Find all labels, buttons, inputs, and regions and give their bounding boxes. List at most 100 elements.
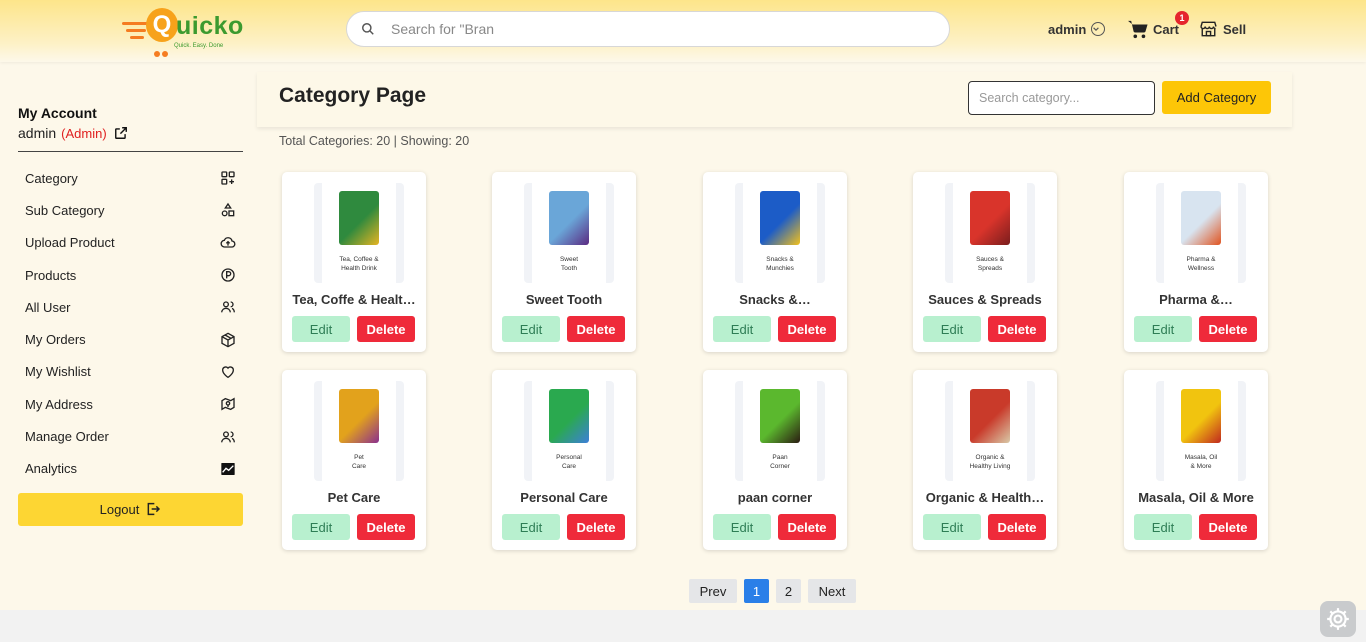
global-search-bar[interactable] xyxy=(346,11,950,47)
shapes-icon xyxy=(221,203,235,217)
add-category-button[interactable]: Add Category xyxy=(1162,81,1271,114)
caption-line: Tooth xyxy=(561,265,577,272)
category-name: Personal Care xyxy=(520,490,608,505)
delete-category-button[interactable]: Delete xyxy=(357,514,415,540)
edit-category-button[interactable]: Edit xyxy=(923,514,981,540)
caption-line: Health Drink xyxy=(341,265,377,272)
category-name: Pharma &… xyxy=(1159,292,1233,307)
category-image-frame: Paan Corner xyxy=(735,381,825,481)
edit-category-button[interactable]: Edit xyxy=(292,316,350,342)
logo-tagline: Quick. Easy. Done xyxy=(174,43,224,49)
quicko-logo[interactable]: Q uicko Quick. Easy. Done xyxy=(122,8,252,57)
sidebar-item-my-orders[interactable]: My Orders xyxy=(18,323,243,355)
pagination-next-button[interactable]: Next xyxy=(808,579,856,603)
category-image: Sauces & Spreads xyxy=(953,183,1027,283)
edit-category-button[interactable]: Edit xyxy=(1134,514,1192,540)
sidebar-item-my-address[interactable]: My Address xyxy=(18,388,243,420)
category-image: Paan Corner xyxy=(743,381,817,481)
delete-category-button[interactable]: Delete xyxy=(357,316,415,342)
delete-category-button[interactable]: Delete xyxy=(778,316,836,342)
category-product-thumbnail xyxy=(549,191,589,245)
edit-category-button[interactable]: Edit xyxy=(713,316,771,342)
sidebar-item-category[interactable]: Category xyxy=(18,162,243,194)
category-image-caption: Organic & Healthy Living xyxy=(953,453,1027,471)
sidebar-item-my-wishlist[interactable]: My Wishlist xyxy=(18,356,243,388)
edit-category-button[interactable]: Edit xyxy=(502,316,560,342)
category-card: Pharma & Wellness Pharma &… Edit Delete xyxy=(1124,172,1268,352)
edit-category-button[interactable]: Edit xyxy=(923,316,981,342)
pagination-page-1[interactable]: 1 xyxy=(744,579,769,603)
sidebar-item-label: Analytics xyxy=(25,461,78,477)
users-icon xyxy=(221,301,235,313)
category-search-input[interactable] xyxy=(968,81,1155,115)
sidebar-item-label: My Wishlist xyxy=(25,364,91,380)
category-icon xyxy=(221,171,235,185)
caption-line: Spreads xyxy=(977,265,1003,272)
search-input[interactable] xyxy=(391,21,891,37)
delete-category-button[interactable]: Delete xyxy=(1199,514,1257,540)
category-product-thumbnail xyxy=(1181,389,1221,443)
category-card: Sweet Tooth Sweet Tooth Edit Delete xyxy=(492,172,636,352)
admin-account-menu[interactable]: admin xyxy=(1048,0,1106,58)
edit-category-button[interactable]: Edit xyxy=(292,514,350,540)
category-name: Organic & Health… xyxy=(925,490,1045,505)
category-image-frame: Snacks & Munchies xyxy=(735,183,825,283)
sidebar-item-products[interactable]: Products xyxy=(18,259,243,291)
category-card: Pet Care Pet Care Edit Delete xyxy=(282,370,426,550)
delete-category-button[interactable]: Delete xyxy=(988,514,1046,540)
caption-line: Healthy Living xyxy=(969,463,1011,470)
pagination-page-2[interactable]: 2 xyxy=(776,579,801,603)
sidebar-item-all-user[interactable]: All User xyxy=(18,291,243,323)
delete-category-button[interactable]: Delete xyxy=(778,514,836,540)
delete-category-button[interactable]: Delete xyxy=(567,316,625,342)
search-icon xyxy=(359,20,377,38)
edit-category-button[interactable]: Edit xyxy=(713,514,771,540)
category-image-frame: Organic & Healthy Living xyxy=(945,381,1035,481)
category-image-caption: Snacks & Munchies xyxy=(743,255,817,273)
chart-icon xyxy=(221,462,235,475)
sidebar-item-label: Sub Category xyxy=(25,202,105,218)
category-name: paan corner xyxy=(737,490,813,505)
sidebar-item-sub-category[interactable]: Sub Category xyxy=(18,194,243,226)
edit-profile-icon[interactable] xyxy=(114,126,128,140)
category-image-caption: Paan Corner xyxy=(743,453,817,471)
package-icon xyxy=(221,332,235,348)
category-image: Snacks & Munchies xyxy=(743,183,817,283)
category-product-thumbnail xyxy=(1181,191,1221,245)
category-product-thumbnail xyxy=(760,191,800,245)
pagination-prev-button[interactable]: Prev xyxy=(689,579,737,603)
sidebar-item-analytics[interactable]: Analytics xyxy=(18,453,243,485)
caption-line: Care xyxy=(561,463,577,470)
caption-line: Pharma & xyxy=(1186,256,1216,263)
sidebar-item-manage-order[interactable]: Manage Order xyxy=(18,420,243,452)
edit-category-button[interactable]: Edit xyxy=(1134,316,1192,342)
caption-line: Pet xyxy=(354,454,364,461)
logout-icon xyxy=(147,503,161,516)
sell-label: Sell xyxy=(1223,21,1247,37)
sell-button[interactable]: Sell xyxy=(1198,0,1246,58)
cart-count-badge: 1 xyxy=(1175,11,1189,25)
settings-fab[interactable] xyxy=(1320,601,1356,637)
caption-line: Paan xyxy=(772,454,788,461)
delete-category-button[interactable]: Delete xyxy=(567,514,625,540)
category-image-caption: Masala, Oil & More xyxy=(1164,453,1238,471)
category-card: Sauces & Spreads Sauces & Spreads Edit Delet… xyxy=(913,172,1057,352)
category-image: Masala, Oil & More xyxy=(1164,381,1238,481)
cart-button[interactable]: Cart 1 xyxy=(1127,0,1189,58)
sidebar-item-upload-product[interactable]: Upload Product xyxy=(18,227,243,259)
delete-category-button[interactable]: Delete xyxy=(988,316,1046,342)
category-image-frame: Personal Care xyxy=(524,381,614,481)
delete-category-button[interactable]: Delete xyxy=(1199,316,1257,342)
account-title: My Account xyxy=(18,105,97,121)
chevron-down-icon xyxy=(1091,22,1106,36)
category-image-caption: Sweet Tooth xyxy=(532,255,606,273)
logo-wordmark: uicko xyxy=(176,12,244,40)
account-username: admin xyxy=(18,125,57,141)
category-name: Pet Care xyxy=(327,490,381,505)
logout-button[interactable]: Logout xyxy=(18,492,243,526)
category-card: Tea, Coffee & Health Drink Tea, Coffe & He… xyxy=(282,172,426,352)
page-title: Category Page xyxy=(279,84,427,107)
edit-category-button[interactable]: Edit xyxy=(502,514,560,540)
category-image-frame: Pharma & Wellness xyxy=(1156,183,1246,283)
logo-speed-line xyxy=(130,36,144,39)
